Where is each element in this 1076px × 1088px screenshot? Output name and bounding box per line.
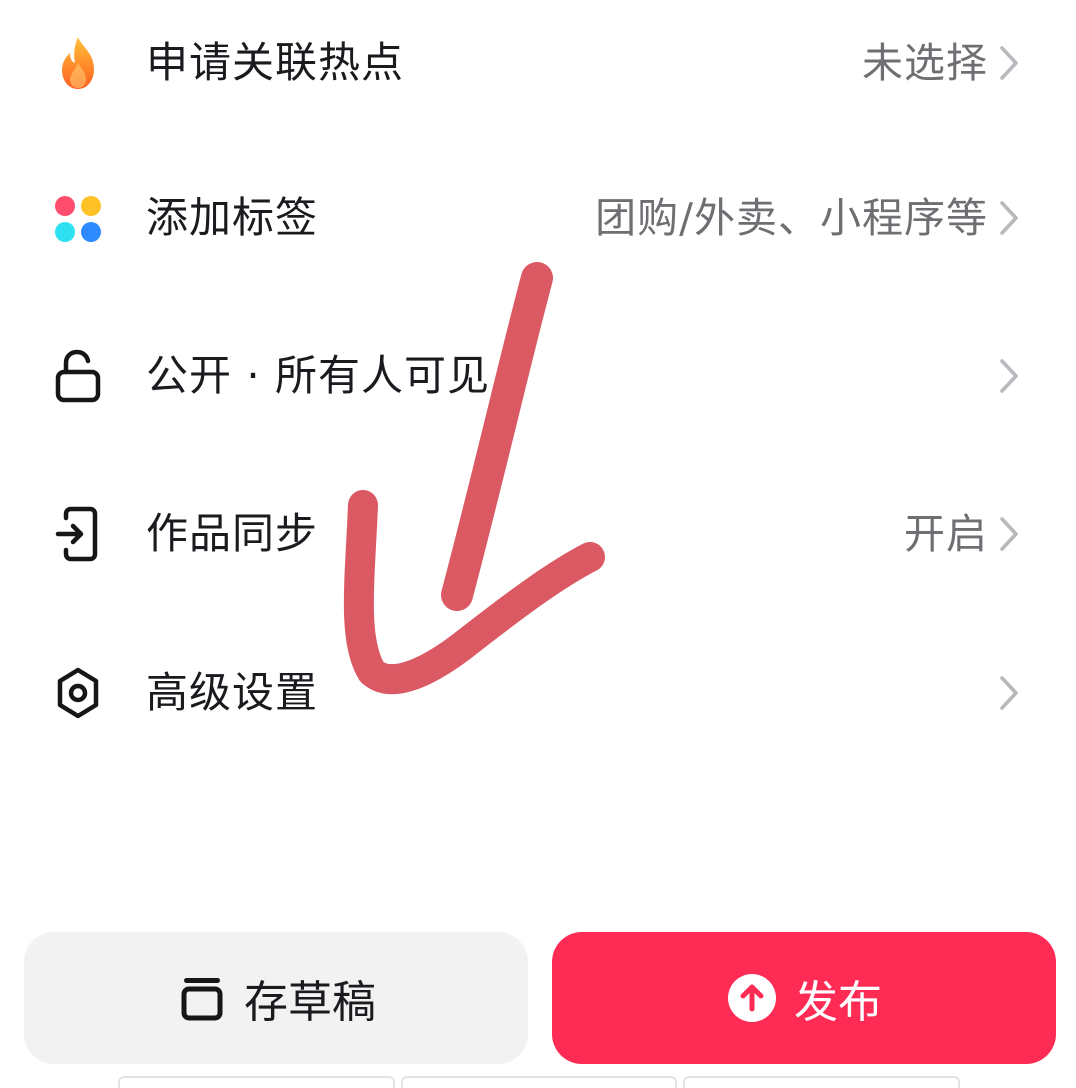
row-visibility[interactable]: 公开 · 所有人可见 [0,321,1076,431]
row-add-tags[interactable]: 添加标签 团购/外卖、小程序等 [0,163,1076,273]
four-dots-icon [52,188,104,248]
unlock-icon [52,346,104,406]
chevron-right-icon [998,199,1020,237]
row-label: 作品同步 [146,509,319,558]
row-label: 申请关联热点 [146,38,405,87]
row-label: 公开 · 所有人可见 [146,351,491,400]
row-value: 未选择 [862,39,988,87]
chevron-right-icon [998,44,1020,82]
chevron-right-icon [998,515,1020,553]
row-value: 团购/外卖、小程序等 [595,194,988,242]
hexagon-settings-icon [52,663,104,723]
row-sync[interactable]: 作品同步 开启 [0,479,1076,589]
post-settings-screen: 申请关联热点 未选择 添加标签 团购/外卖、小程序等 公开 · 所有人可见 作品… [0,0,1076,1088]
save-draft-button[interactable]: 存草稿 [24,932,528,1064]
row-label: 添加标签 [146,193,319,242]
chevron-right-icon [998,674,1020,712]
draft-box-icon [176,972,228,1024]
bottom-edge-tabs [118,1076,961,1088]
row-value: 开启 [904,510,988,558]
flame-icon [52,33,104,93]
save-draft-label: 存草稿 [244,977,376,1028]
sync-exit-icon [52,504,104,564]
row-advanced-settings[interactable]: 高级设置 [0,638,1076,748]
publish-label: 发布 [794,977,882,1028]
row-link-hotspot[interactable]: 申请关联热点 未选择 [0,8,1076,118]
publish-button[interactable]: 发布 [552,932,1056,1064]
row-label: 高级设置 [146,668,319,717]
upload-arrow-icon [726,972,778,1024]
chevron-right-icon [998,357,1020,395]
